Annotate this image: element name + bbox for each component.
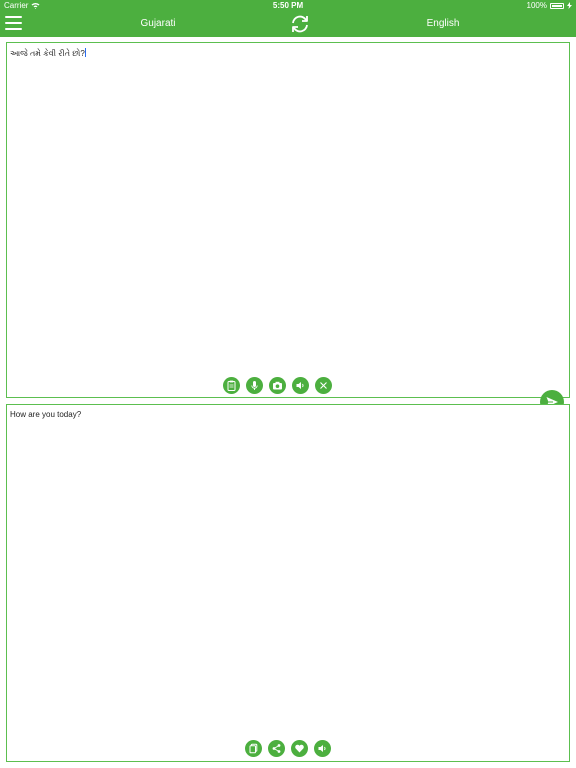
navigation-bar: Gujarati English: [0, 11, 576, 37]
battery-indicator: 100%: [527, 0, 572, 11]
battery-icon: [550, 2, 564, 9]
swap-languages-button[interactable]: [289, 13, 311, 35]
clipboard-icon: [227, 380, 236, 391]
target-toolbar: [245, 740, 331, 757]
heart-icon: [295, 744, 304, 753]
share-icon: [272, 744, 281, 753]
camera-icon: [273, 381, 282, 390]
menu-icon: [5, 16, 22, 18]
microphone-icon: [251, 381, 258, 390]
voice-input-button[interactable]: [246, 377, 263, 394]
text-caret: [84, 48, 86, 57]
source-toolbar: [223, 377, 332, 394]
speaker-icon: [318, 745, 326, 752]
charging-icon: [567, 2, 572, 9]
source-text-area[interactable]: આજે તમે કેવી રીતે છો?: [6, 42, 570, 398]
translated-text: How are you today?: [10, 410, 82, 419]
speak-source-button[interactable]: [292, 377, 309, 394]
paste-button[interactable]: [223, 377, 240, 394]
camera-button[interactable]: [269, 377, 286, 394]
favorite-button[interactable]: [291, 740, 308, 757]
battery-percent: 100%: [526, 1, 547, 10]
speaker-icon: [296, 382, 304, 389]
source-text: આજે તમે કેવી રીતે છો?: [10, 49, 85, 58]
copy-button[interactable]: [245, 740, 262, 757]
menu-button[interactable]: [5, 16, 22, 31]
clock: 5:50 PM: [272, 1, 304, 10]
status-bar: Carrier 5:50 PM 100%: [0, 0, 576, 11]
source-language-selector[interactable]: Gujarati: [110, 11, 206, 37]
swap-languages-icon: [292, 15, 308, 33]
translation-output-area[interactable]: How are you today?: [6, 404, 570, 762]
close-icon: [320, 382, 327, 389]
speak-translation-button[interactable]: [314, 740, 331, 757]
copy-icon: [249, 743, 258, 754]
clear-button[interactable]: [315, 377, 332, 394]
target-language-selector[interactable]: English: [395, 11, 491, 37]
share-button[interactable]: [268, 740, 285, 757]
